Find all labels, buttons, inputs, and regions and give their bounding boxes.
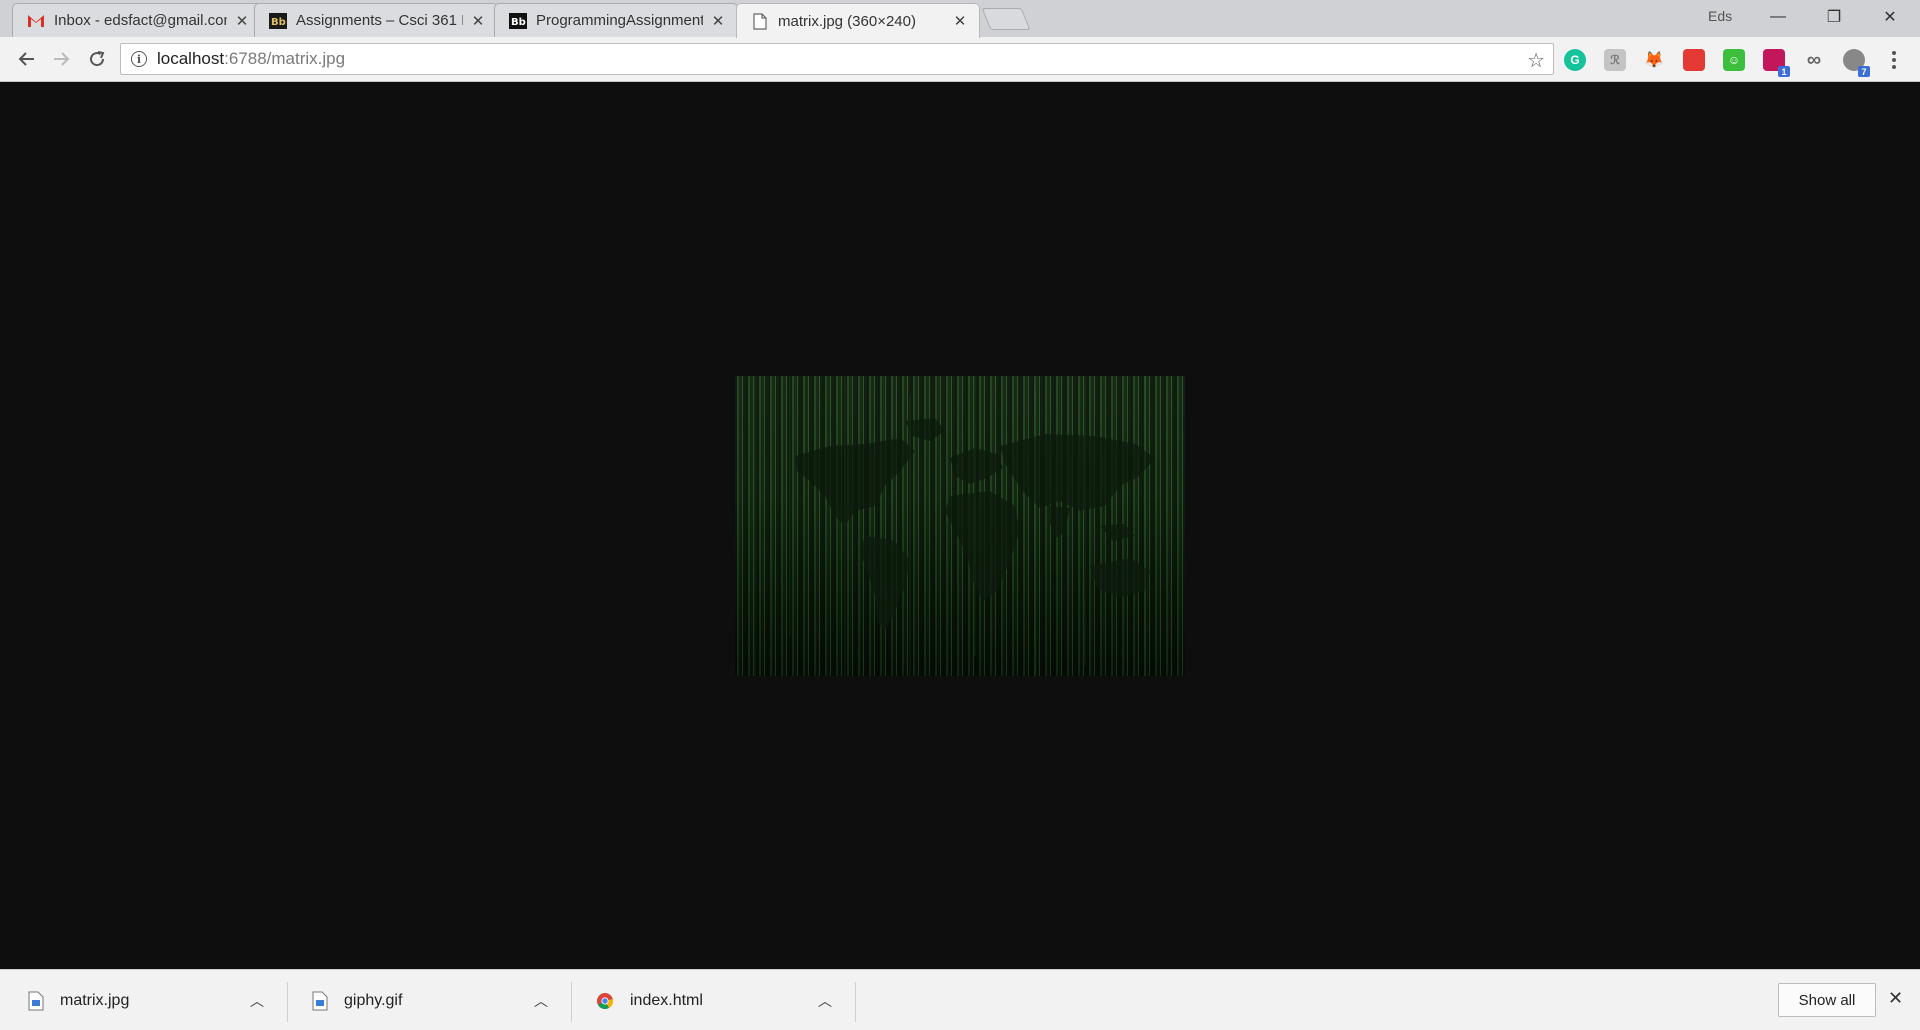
new-tab-button[interactable] [981,8,1031,30]
show-all-button[interactable]: Show all [1778,983,1876,1017]
close-shelf-icon[interactable]: ✕ [1888,988,1903,1009]
chevron-up-icon[interactable]: ︿ [534,991,548,1011]
tab-programming-assignment[interactable]: Bb ProgrammingAssignment ✕ [494,3,738,37]
back-arrow-icon [18,52,34,66]
green-extension-icon[interactable]: ☺ [1723,49,1745,71]
chat-extension-icon[interactable]: 7 [1843,49,1870,77]
extension-badge: 1 [1778,66,1790,77]
bookmark-star-icon[interactable]: ☆ [1527,48,1545,73]
red-extension-icon[interactable] [1683,49,1705,71]
purple-extension-icon[interactable]: 1 [1763,49,1790,77]
tab-title: Inbox - edsfact@gmail.com [54,12,227,29]
tab-title: ProgrammingAssignment [536,12,703,29]
forward-button[interactable] [46,45,76,73]
matrix-image [735,376,1185,676]
infinity-icon[interactable]: ∞ [1803,49,1825,71]
svg-text:Bb: Bb [511,17,526,28]
download-filename: matrix.jpg [60,992,130,1009]
tab-gmail[interactable]: Inbox - edsfact@gmail.com ✕ [12,3,262,37]
close-window-button[interactable]: ✕ [1862,0,1918,34]
gmail-icon [27,12,45,30]
close-icon[interactable]: ✕ [233,12,251,30]
page-icon [751,12,769,30]
close-icon[interactable]: ✕ [709,12,727,30]
chevron-up-icon[interactable]: ︿ [818,991,832,1011]
extension-badge: 7 [1858,66,1870,77]
chrome-menu-icon[interactable] [1886,49,1902,71]
restore-button[interactable]: ❐ [1806,0,1862,34]
browser-toolbar: i localhost:6788/matrix.jpg ☆ G ℛ 🦊 ☺ 1 … [0,37,1920,82]
reload-button[interactable] [82,45,112,73]
image-viewport [0,82,1920,969]
tab-matrix-jpg[interactable]: matrix.jpg (360×240) ✕ [736,3,980,38]
download-item[interactable]: giphy.gif ︿ [284,979,568,1023]
divider [855,982,856,1022]
extension-icon[interactable]: ℛ [1604,49,1626,71]
info-icon[interactable]: i [131,51,147,67]
grammarly-icon[interactable]: G [1564,49,1586,71]
tab-title: Assignments – Csci 361 In [296,12,463,29]
tab-assignments[interactable]: Bb Assignments – Csci 361 In ✕ [254,3,498,37]
download-item[interactable]: matrix.jpg ︿ [0,979,284,1023]
image-file-icon [28,991,44,1011]
download-filename: giphy.gif [344,992,403,1009]
svg-text:Bb: Bb [271,17,286,28]
image-file-icon [312,991,328,1011]
blackboard-icon: Bb [509,12,527,30]
tab-title: matrix.jpg (360×240) [778,12,916,30]
download-filename: index.html [630,992,703,1009]
address-bar[interactable]: i localhost:6788/matrix.jpg ☆ [120,43,1554,75]
download-shelf: matrix.jpg ︿ giphy.gif ︿ index.html ︿ Sh… [0,969,1920,1030]
url-path: :6788/matrix.jpg [224,49,346,68]
blackboard-icon: Bb [269,12,287,30]
url-host: localhost [157,49,225,68]
download-item[interactable]: index.html ︿ [568,979,852,1023]
chevron-up-icon[interactable]: ︿ [250,991,264,1011]
close-icon[interactable]: ✕ [469,12,487,30]
forward-arrow-icon [54,52,70,66]
back-button[interactable] [12,45,42,73]
tab-strip: Inbox - edsfact@gmail.com ✕ Bb Assignmen… [0,0,1920,38]
reload-icon [90,51,105,67]
minimize-button[interactable]: — [1750,0,1806,34]
metamask-icon[interactable]: 🦊 [1643,49,1665,71]
close-icon[interactable]: ✕ [951,12,969,30]
profile-button[interactable]: Eds [1700,6,1740,26]
chrome-icon [597,993,614,1009]
world-map-silhouette [754,376,1155,676]
